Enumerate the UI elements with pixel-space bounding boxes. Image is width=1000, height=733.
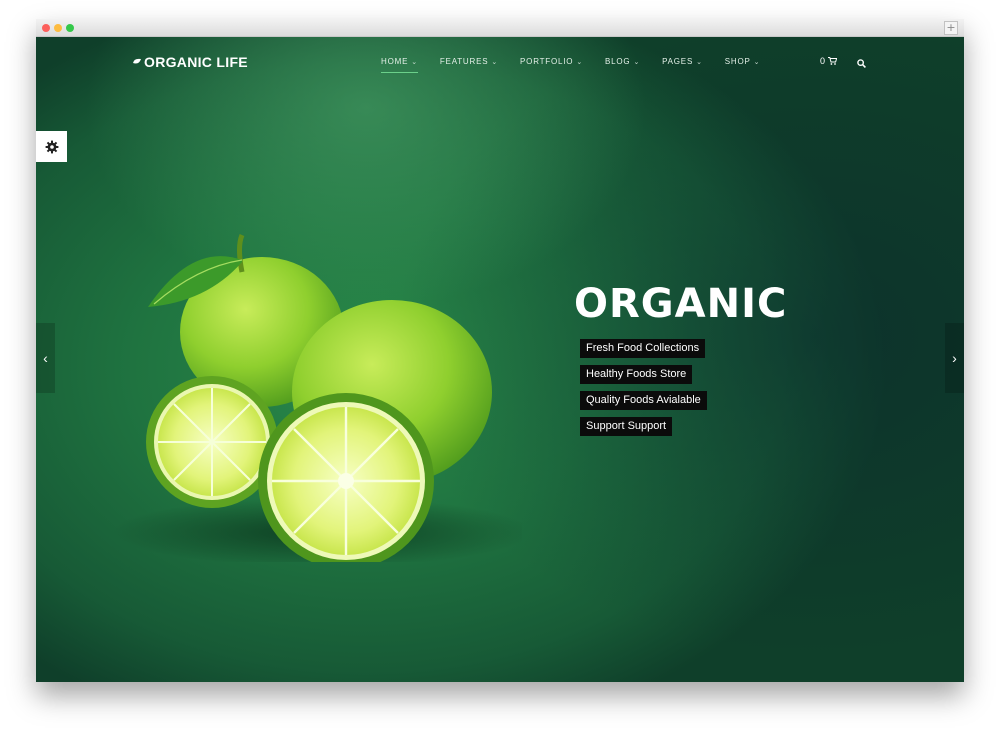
chevron-left-icon: ‹ — [43, 350, 48, 366]
logo-text: ORGANIC LIFE — [144, 54, 248, 70]
close-window-button[interactable] — [42, 24, 50, 32]
chevron-right-icon: › — [952, 350, 957, 366]
nav-item-home[interactable]: HOME ⌄ — [381, 57, 418, 73]
nav-item-label: BLOG — [605, 57, 631, 66]
chevron-down-icon: ⌄ — [753, 58, 761, 66]
search-button[interactable] — [857, 55, 866, 73]
new-tab-button[interactable]: + — [944, 21, 958, 35]
nav-item-label: FEATURES — [439, 57, 489, 66]
gear-icon — [45, 140, 58, 153]
browser-titlebar: + — [36, 19, 964, 37]
hero-slider: ORGANIC LIFE HOME ⌄ FEATURES ⌄ PORTFOLIO… — [36, 37, 964, 682]
nav-item-blog[interactable]: BLOG ⌄ — [605, 57, 640, 66]
nav-item-portfolio[interactable]: PORTFOLIO ⌄ — [520, 57, 583, 66]
browser-window: + ORGANIC LIFE HOME ⌄ FEATURES ⌄ PORTFOL… — [36, 19, 964, 682]
hero-title: ORGANIC — [574, 281, 788, 327]
hero-tag: Healthy Foods Store — [580, 365, 693, 384]
site-logo[interactable]: ORGANIC LIFE — [132, 54, 248, 70]
chevron-down-icon: ⌄ — [696, 58, 703, 66]
main-nav: HOME ⌄ FEATURES ⌄ PORTFOLIO ⌄ BLOG ⌄ PAG… — [381, 57, 782, 73]
nav-item-label: SHOP — [724, 57, 751, 66]
nav-item-pages[interactable]: PAGES ⌄ — [662, 57, 703, 66]
nav-item-shop[interactable]: SHOP ⌄ — [725, 57, 761, 66]
chevron-down-icon: ⌄ — [576, 58, 583, 66]
chevron-down-icon: ⌄ — [411, 58, 418, 66]
limes-image — [112, 234, 522, 562]
minimize-window-button[interactable] — [54, 24, 62, 32]
chevron-down-icon: ⌄ — [633, 58, 641, 66]
slider-prev-button[interactable]: ‹ — [36, 323, 55, 393]
nav-item-label: PAGES — [662, 57, 694, 66]
maximize-window-button[interactable] — [66, 24, 74, 32]
hero-tag: Fresh Food Collections — [580, 339, 706, 358]
nav-item-label: PORTFOLIO — [520, 57, 574, 66]
hero-tag: Quality Foods Avialable — [580, 391, 707, 410]
hero-tag: Support Support — [580, 417, 673, 436]
settings-toggle[interactable] — [36, 131, 67, 162]
chevron-down-icon: ⌄ — [491, 58, 499, 66]
cart-count: 0 — [820, 56, 826, 66]
slider-next-button[interactable]: › — [945, 323, 964, 393]
search-icon — [857, 59, 866, 68]
cart-button[interactable]: 0 — [820, 56, 838, 66]
cart-icon — [828, 57, 838, 65]
leaf-logo-icon — [133, 58, 141, 64]
nav-item-features[interactable]: FEATURES ⌄ — [440, 57, 498, 66]
nav-item-label: HOME — [381, 57, 409, 66]
